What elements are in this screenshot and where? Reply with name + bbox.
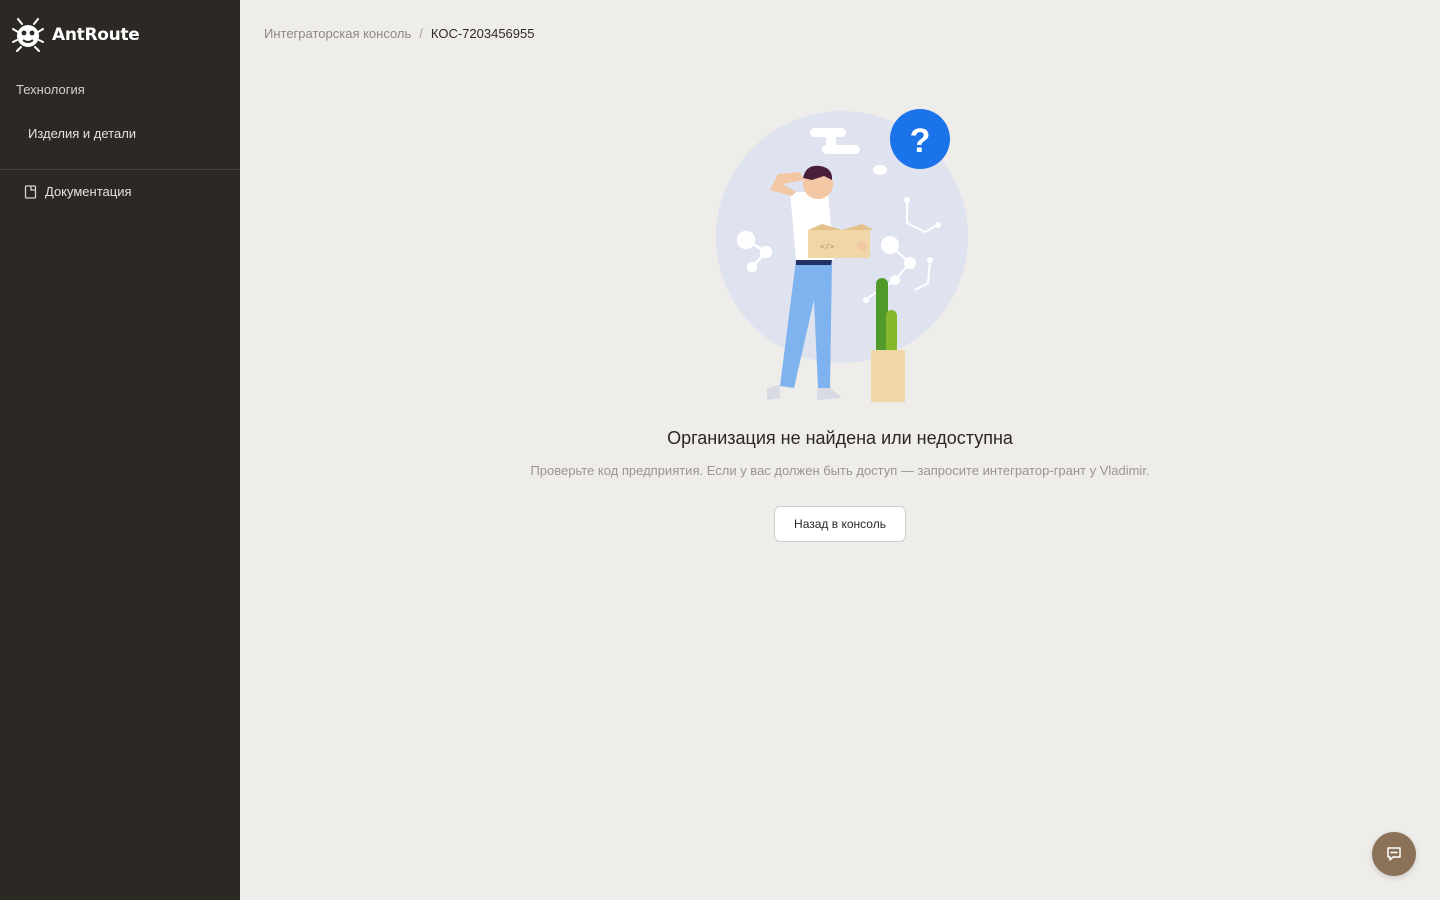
not-found-illustration: </> ? <box>716 109 968 402</box>
breadcrumb: Интеграторская консоль / КОС-7203456955 <box>264 26 534 41</box>
sidebar-item-products[interactable]: Изделия и детали <box>28 126 136 141</box>
ant-logo-icon <box>12 18 44 52</box>
svg-text:</>: </> <box>820 242 835 251</box>
brand-name: AntRoute <box>52 25 140 45</box>
empty-state-title: Организация не найдена или недоступна <box>667 428 1013 448</box>
back-to-console-button[interactable]: Назад в консоль <box>774 506 906 542</box>
sidebar: AntRoute Технология Изделия и детали Док… <box>0 0 240 900</box>
chat-button[interactable] <box>1372 832 1416 876</box>
breadcrumb-separator: / <box>419 26 423 41</box>
empty-state-description: Проверьте код предприятия. Если у вас до… <box>530 463 1150 478</box>
brand[interactable]: AntRoute <box>12 18 140 52</box>
chat-bubble-icon <box>1387 847 1401 861</box>
breadcrumb-console-link[interactable]: Интеграторская консоль <box>264 26 411 41</box>
document-icon <box>24 184 37 199</box>
breadcrumb-current: КОС-7203456955 <box>430 26 535 41</box>
sidebar-item-documentation-label: Документация <box>45 184 132 199</box>
sidebar-item-documentation[interactable]: Документация <box>24 184 132 199</box>
sidebar-divider <box>0 169 240 170</box>
question-mark: ? <box>910 122 931 160</box>
nav-section-label: Технология <box>16 82 85 97</box>
